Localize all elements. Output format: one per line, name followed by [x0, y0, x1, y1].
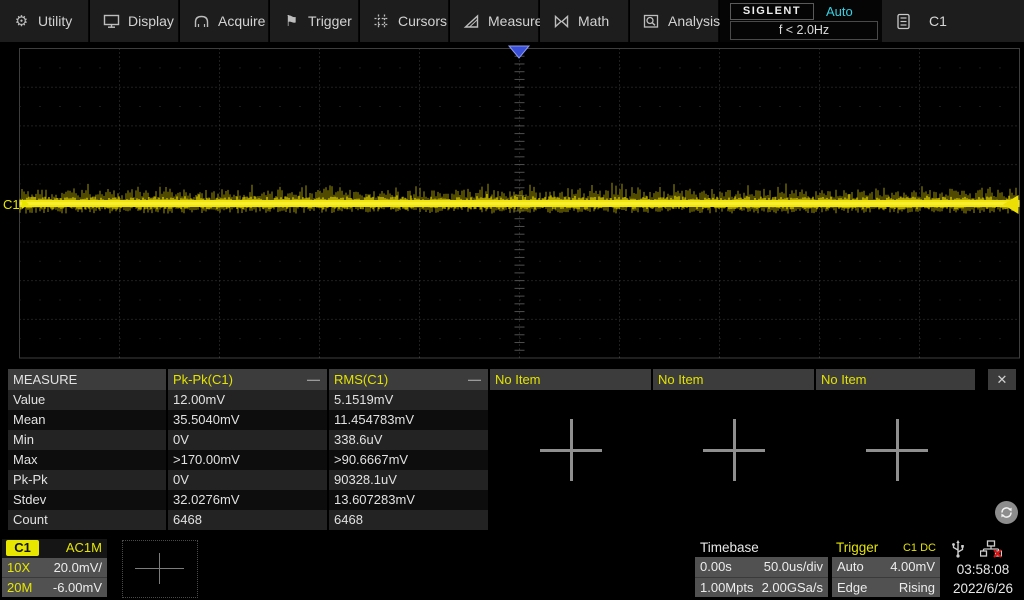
clock-time: 03:58:08 — [944, 560, 1022, 579]
channel1-status-box[interactable]: C1 AC1M 10X 20.0mV/ 20M -6.00mV — [2, 539, 107, 597]
trigger-mode: Auto — [837, 557, 864, 577]
channel1-row2: 10X 20.0mV/ — [2, 558, 107, 578]
channel1-coupling: AC1M — [66, 539, 102, 557]
measure-col-header-1[interactable]: Pk-Pk(C1) — — [168, 369, 327, 390]
timebase-memory-depth: 1.00Mpts — [700, 578, 753, 598]
add-measurement-button[interactable] — [703, 419, 765, 481]
channel1-badge: C1 — [6, 540, 39, 556]
measure-col-label: Pk-Pk(C1) — [173, 372, 233, 387]
channel1-header-row: C1 AC1M — [2, 539, 107, 558]
remove-measurement-button[interactable]: — — [307, 369, 320, 390]
measure-cell: >90.6667mV — [329, 450, 488, 470]
measure-row-label: Count — [8, 510, 166, 530]
measure-row-label: Stdev — [8, 490, 166, 510]
measure-row-label: Max — [8, 450, 166, 470]
measure-col-header-2[interactable]: RMS(C1) — — [329, 369, 488, 390]
oscilloscope-screen: ⚙ Utility Display Acquire ⚑ Trigger Curs… — [0, 0, 1024, 600]
measure-panel-title: MEASURE — [8, 369, 166, 390]
measure-cell: 35.5040mV — [168, 410, 327, 430]
clock-date: 2022/6/26 — [944, 579, 1022, 598]
measure-cell: 12.00mV — [168, 390, 327, 410]
measure-col-header-3[interactable]: No Item — [490, 369, 651, 390]
trigger-position-marker[interactable] — [509, 46, 529, 58]
remove-measurement-button[interactable]: — — [468, 369, 481, 390]
trigger-source: C1 DC — [903, 539, 936, 557]
trace-channel-label: C1 — [3, 197, 20, 212]
measure-row-label: Mean — [8, 410, 166, 430]
status-icons — [948, 540, 1018, 558]
timebase-delay: 0.00s — [700, 557, 732, 577]
measure-cell: 5.1519mV — [329, 390, 488, 410]
trigger-header: Trigger C1 DC — [832, 539, 940, 557]
lan-disconnected-icon — [980, 540, 1002, 558]
channel1-row3: 20M -6.00mV — [2, 578, 107, 597]
channel1-offset: -6.00mV — [53, 578, 102, 597]
trigger-row2: Edge Rising — [832, 578, 940, 597]
timebase-title: Timebase — [695, 539, 828, 557]
trigger-title: Trigger — [836, 539, 878, 557]
channel-offset-marker[interactable]: C1 — [3, 197, 29, 212]
timebase-panel[interactable]: Timebase 0.00s 50.0us/div 1.00Mpts 2.00G… — [695, 539, 828, 597]
measure-cell: 6468 — [168, 510, 327, 530]
statistics-reset-button[interactable] — [995, 501, 1018, 524]
timebase-sample-rate: 2.00GSa/s — [762, 578, 823, 598]
measure-col-label: RMS(C1) — [334, 372, 388, 387]
timebase-row2: 1.00Mpts 2.00GSa/s — [695, 578, 828, 597]
measure-col-header-4[interactable]: No Item — [653, 369, 814, 390]
measure-cell: 338.6uV — [329, 430, 488, 450]
measure-row-label: Min — [8, 430, 166, 450]
timebase-row1: 0.00s 50.0us/div — [695, 557, 828, 578]
trigger-type: Edge — [837, 578, 867, 598]
trigger-slope: Rising — [899, 578, 935, 598]
measure-col-header-5[interactable]: No Item — [816, 369, 975, 390]
measure-row-label: Value — [8, 390, 166, 410]
measure-cell: 32.0276mV — [168, 490, 327, 510]
channel1-bandwidth: 20M — [7, 578, 32, 597]
measure-row-label: Pk-Pk — [8, 470, 166, 490]
measure-cell: 0V — [168, 470, 327, 490]
clock: 03:58:08 2022/6/26 — [944, 560, 1022, 598]
timebase-scale: 50.0us/div — [764, 557, 823, 577]
channel1-scale: 20.0mV/ — [54, 558, 102, 577]
measure-cell: 6468 — [329, 510, 488, 530]
trigger-row1: Auto 4.00mV — [832, 557, 940, 578]
measure-cell: 13.607283mV — [329, 490, 488, 510]
measure-cell: 11.454783mV — [329, 410, 488, 430]
measure-cell: >170.00mV — [168, 450, 327, 470]
refresh-icon — [999, 505, 1014, 520]
measure-cell: 90328.1uV — [329, 470, 488, 490]
trigger-panel[interactable]: Trigger C1 DC Auto 4.00mV Edge Rising — [832, 539, 940, 597]
usb-icon — [950, 540, 966, 558]
measure-cell: 0V — [168, 430, 327, 450]
measure-close-button[interactable]: ✕ — [988, 369, 1016, 390]
add-measurement-button[interactable] — [540, 419, 602, 481]
add-channel-box[interactable] — [122, 540, 198, 598]
trigger-level: 4.00mV — [890, 557, 935, 577]
trigger-level-marker[interactable] — [1003, 195, 1019, 214]
channel1-attenuation: 10X — [7, 558, 30, 577]
add-measurement-button[interactable] — [866, 419, 928, 481]
